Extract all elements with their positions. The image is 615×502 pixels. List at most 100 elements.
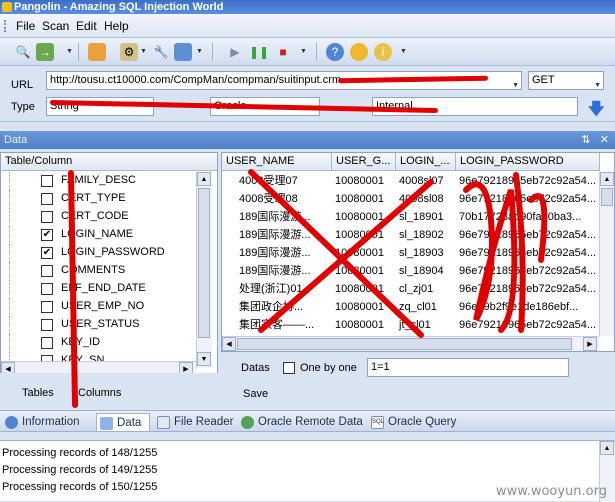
close-icon[interactable]: ✕ bbox=[600, 134, 609, 146]
settings-icon[interactable] bbox=[350, 43, 368, 61]
search-icon[interactable]: 🔍 bbox=[14, 43, 32, 61]
watermark: www.wooyun.org bbox=[495, 484, 607, 499]
tab-label: Information bbox=[22, 416, 80, 428]
toolbar-divider bbox=[78, 43, 79, 61]
tab-information[interactable]: Information bbox=[2, 413, 94, 431]
tab-file-reader[interactable]: File Reader bbox=[154, 413, 234, 431]
wrench-icon[interactable]: 🔧 bbox=[152, 43, 170, 61]
columns-button[interactable]: Columns bbox=[78, 387, 121, 399]
grip-handle[interactable] bbox=[4, 20, 7, 32]
log-line: Processing records of 150/1255 bbox=[2, 481, 158, 493]
column-tree: Table/Column FAMILY_DESC CERT_TYPE CERT_CO… bbox=[0, 152, 218, 402]
chevron-down-icon[interactable]: ▼ bbox=[140, 48, 147, 55]
one-by-one-checkbox[interactable] bbox=[283, 362, 295, 374]
url-panel: URL http://tousu.ct10000.com/CompMan/com… bbox=[0, 66, 615, 122]
datas-label: Datas bbox=[241, 362, 270, 374]
menu-bar: File Scan Edit Help bbox=[0, 14, 615, 38]
tree-column-item[interactable]: KEY_ID bbox=[1, 334, 197, 352]
tree-column-item[interactable]: FAMILY_DESC bbox=[1, 172, 197, 190]
tree-column-item[interactable]: ✔ LOGIN_PASSWORD bbox=[1, 244, 197, 262]
column-checkbox[interactable] bbox=[41, 265, 53, 277]
url-value: http://tousu.ct10000.com/CompMan/compman… bbox=[50, 74, 351, 86]
column-checkbox[interactable]: ✔ bbox=[41, 229, 53, 241]
tree-column-item[interactable]: ✔ LOGIN_NAME bbox=[1, 226, 197, 244]
tree-connector bbox=[9, 334, 10, 352]
books-icon[interactable] bbox=[88, 43, 106, 61]
stop-icon[interactable]: ■ bbox=[274, 43, 292, 61]
data-icon bbox=[100, 417, 113, 430]
grid-options: Datas One by one 1=1 Save bbox=[221, 352, 615, 404]
condition-input[interactable]: 1=1 bbox=[367, 358, 569, 377]
info-icon[interactable]: i bbox=[374, 43, 392, 61]
tree-column-item[interactable]: USER_STATUS bbox=[1, 316, 197, 334]
save-button[interactable]: Save bbox=[243, 388, 268, 400]
url-label: URL bbox=[11, 79, 34, 91]
chevron-down-icon[interactable]: ▼ bbox=[400, 48, 407, 55]
chevron-down-icon[interactable]: ▼ bbox=[512, 77, 519, 89]
column-checkbox[interactable]: ✔ bbox=[41, 247, 53, 259]
tree-connector bbox=[9, 280, 10, 298]
scroll-up-icon[interactable]: ▲ bbox=[197, 172, 211, 186]
one-by-one-label: One by one bbox=[300, 362, 357, 374]
title-bar: Pangolin - Amazing SQL Injection World bbox=[0, 0, 615, 14]
tree-header: Table/Column bbox=[1, 153, 217, 171]
chevron-down-icon[interactable]: ▼ bbox=[196, 48, 203, 55]
database-icon[interactable] bbox=[174, 43, 192, 61]
tree-column-item[interactable]: COMMENTS bbox=[1, 262, 197, 280]
menu-edit[interactable]: Edit bbox=[76, 19, 97, 33]
pin-icon[interactable]: ⇅ bbox=[581, 134, 590, 146]
tree-column-item[interactable]: CERT_TYPE bbox=[1, 190, 197, 208]
tab-data[interactable]: Data bbox=[96, 413, 150, 431]
column-checkbox[interactable] bbox=[41, 337, 53, 349]
window-title: Pangolin - Amazing SQL Injection World bbox=[14, 1, 224, 13]
tab-oracle-remote-data[interactable]: Oracle Remote Data bbox=[238, 413, 364, 431]
menu-help[interactable]: Help bbox=[104, 19, 129, 33]
export-icon[interactable]: → bbox=[36, 43, 54, 61]
data-panel-header: Data ⇅ ✕ bbox=[0, 131, 615, 149]
play-icon[interactable]: ▶ bbox=[226, 43, 244, 61]
pause-icon[interactable]: ❚❚ bbox=[249, 43, 269, 61]
chevron-down-icon[interactable]: ▼ bbox=[66, 48, 73, 55]
menu-scan[interactable]: Scan bbox=[42, 19, 69, 33]
tab-label: File Reader bbox=[174, 416, 234, 428]
tree-scrollbar[interactable]: ▲ ▼ bbox=[196, 172, 212, 368]
tree-connector bbox=[9, 190, 10, 208]
chevron-down-icon[interactable]: ▼ bbox=[300, 48, 307, 55]
column-checkbox[interactable] bbox=[41, 301, 53, 313]
toolbar: 🔍 → ▼ ⚙ ▼ 🔧 ▼ ▶ ❚❚ ■ ▼ ? i ▼ bbox=[0, 38, 615, 66]
tab-label: Oracle Query bbox=[388, 416, 457, 428]
toolbar-divider bbox=[316, 43, 317, 61]
column-checkbox[interactable] bbox=[41, 211, 53, 223]
tab-label: Data bbox=[117, 417, 142, 429]
tab-label: Oracle Remote Data bbox=[258, 416, 363, 428]
menu-file[interactable]: File bbox=[16, 19, 35, 33]
tables-button[interactable]: Tables bbox=[22, 387, 54, 399]
log-line: Processing records of 149/1255 bbox=[2, 464, 158, 476]
scroll-down-icon[interactable]: ▼ bbox=[197, 352, 211, 366]
tree-column-item[interactable]: USER_EMP_NO bbox=[1, 298, 197, 316]
tools-icon[interactable]: ⚙ bbox=[120, 43, 138, 61]
tree-column-item[interactable]: EFF_END_DATE bbox=[1, 280, 197, 298]
tree-connector bbox=[9, 262, 10, 280]
column-checkbox[interactable] bbox=[41, 319, 53, 331]
tree-column-item[interactable]: CERT_CODE bbox=[1, 208, 197, 226]
tree-connector bbox=[9, 244, 10, 262]
condition-value: 1=1 bbox=[371, 361, 390, 373]
help-icon[interactable]: ? bbox=[326, 43, 344, 61]
scroll-thumb[interactable] bbox=[198, 188, 210, 338]
column-checkbox[interactable] bbox=[41, 175, 53, 187]
redaction-scribble bbox=[248, 169, 548, 338]
chevron-down-icon[interactable]: ▼ bbox=[594, 77, 601, 89]
column-checkbox[interactable] bbox=[41, 283, 53, 295]
tree-connector bbox=[9, 208, 10, 226]
scroll-up-icon[interactable]: ▲ bbox=[600, 441, 614, 455]
info-icon bbox=[5, 416, 18, 429]
bottom-tabs: Information Data File Reader Oracle Remo… bbox=[0, 410, 615, 432]
log-line: Processing records of 148/1255 bbox=[2, 447, 158, 459]
tab-oracle-query[interactable]: SQL Oracle Query bbox=[368, 413, 462, 431]
arrow-down-icon[interactable]: 🡇 bbox=[588, 98, 604, 125]
globe-icon bbox=[241, 416, 254, 429]
method-select[interactable]: GET ▼ bbox=[528, 71, 604, 90]
column-name: LOGIN_PASSWORD bbox=[61, 246, 165, 258]
column-checkbox[interactable] bbox=[41, 193, 53, 205]
